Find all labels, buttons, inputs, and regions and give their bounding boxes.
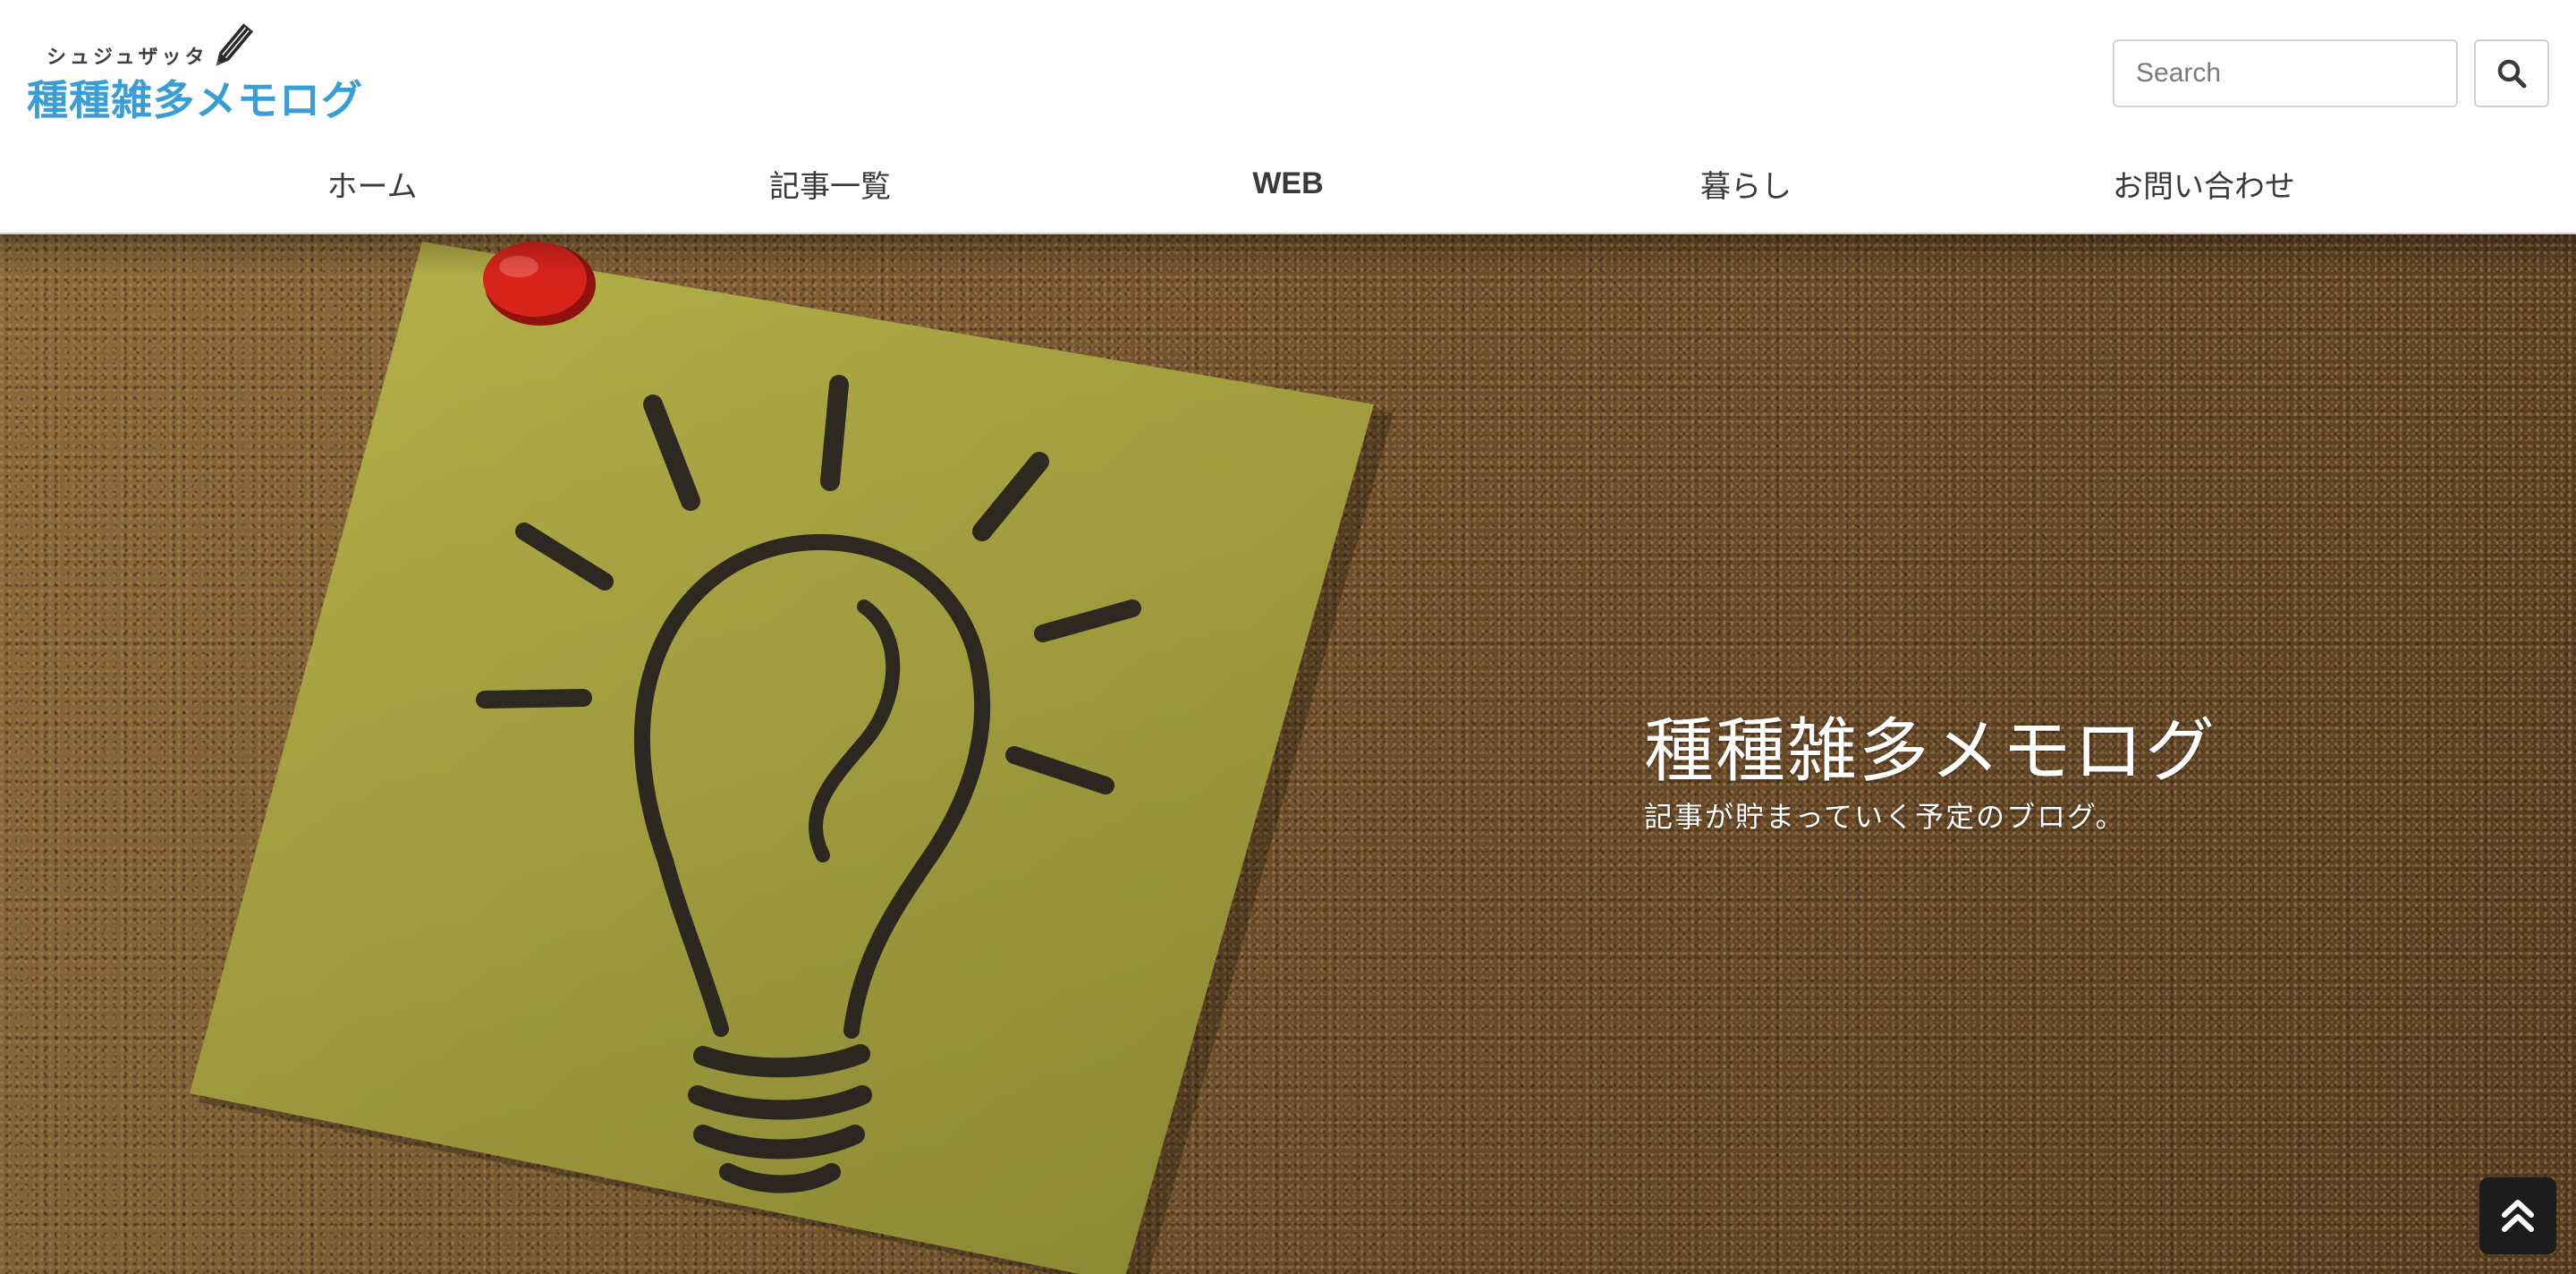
main-nav: ホーム 記事一覧 WEB 暮らし お問い合わせ — [0, 152, 2576, 215]
hero-banner: 種種雑多メモログ 記事が貯まっていく予定のブログ。 — [0, 234, 2576, 1274]
nav-item-living[interactable]: 暮らし — [1585, 152, 1907, 215]
nav-item-contact[interactable]: お問い合わせ — [2043, 152, 2365, 215]
nav-item-home[interactable]: ホーム — [211, 152, 533, 215]
double-chevron-up-icon — [2502, 1200, 2534, 1232]
site-logo[interactable]: シュジュザッタ 種種雑多メモログ — [25, 20, 401, 127]
hero-text: 種種雑多メモログ 記事が貯まっていく予定のブログ。 — [1644, 711, 2449, 836]
pencil-icon — [216, 23, 254, 66]
logo-title: 種種雑多メモログ — [27, 76, 363, 124]
logo-ruby-text: シュジュザッタ — [47, 47, 208, 69]
search-button[interactable] — [2474, 39, 2549, 107]
hero-title: 種種雑多メモログ — [1644, 711, 2217, 792]
search-input[interactable] — [2113, 39, 2458, 107]
nav-item-web[interactable]: WEB — [1127, 152, 1449, 215]
site-header: シュジュザッタ 種種雑多メモログ ホーム 記事一覧 WEB 暮らし お問い合わせ — [0, 0, 2576, 234]
back-to-top-button[interactable] — [2479, 1177, 2556, 1254]
search-icon — [2497, 59, 2527, 89]
search-form — [2113, 39, 2549, 107]
nav-item-articles[interactable]: 記事一覧 — [669, 152, 991, 215]
hero-subtitle: 記事が貯まっていく予定のブログ。 — [1644, 799, 2126, 834]
